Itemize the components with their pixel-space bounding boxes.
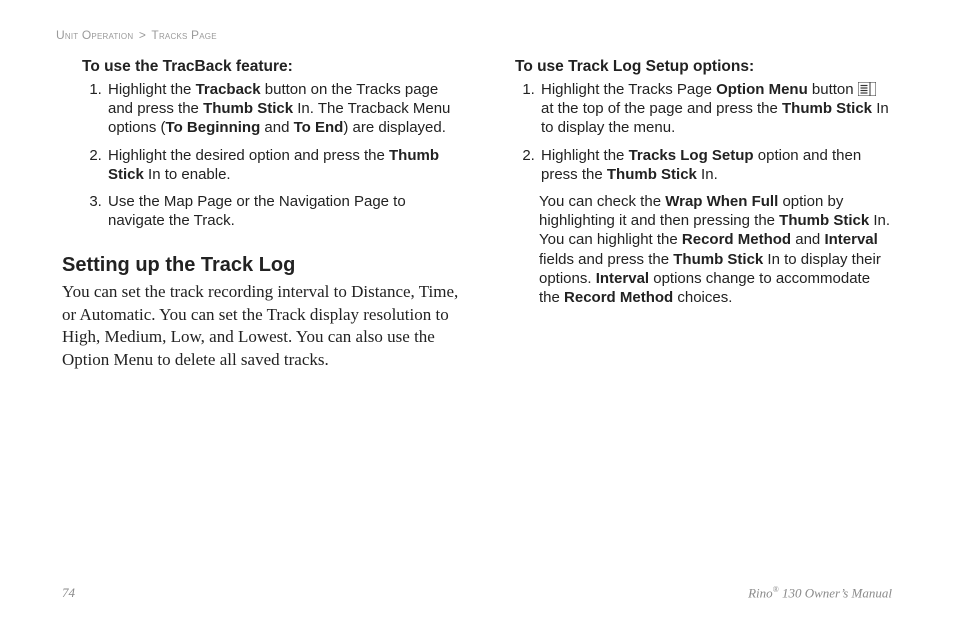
text: at the top of the page and press the — [541, 100, 782, 117]
page-number: 74 — [62, 585, 75, 601]
left-step-2: Highlight the desired option and press t… — [106, 146, 459, 184]
text: and — [260, 119, 293, 136]
text: Highlight the — [541, 147, 629, 164]
left-step-1: Highlight the Tracback button on the Tra… — [106, 80, 459, 138]
term-wrap-when-full: Wrap When Full — [665, 193, 778, 210]
content-columns: To use the TracBack feature: Highlight t… — [62, 52, 892, 577]
term-interval: Interval — [824, 231, 877, 248]
left-subhead: To use the TracBack feature: — [82, 58, 459, 76]
product-title: Rino® 130 Owner’s Manual — [748, 585, 892, 601]
text: In. — [697, 166, 718, 183]
term-record-method: Record Method — [682, 231, 791, 248]
term-tracback: Tracback — [196, 81, 261, 98]
text: Use the Map Page or the Navigation Page … — [108, 193, 406, 229]
option-menu-icon — [858, 82, 876, 96]
text: Highlight the Tracks Page — [541, 81, 716, 98]
left-steps: Highlight the Tracback button on the Tra… — [82, 80, 459, 230]
section-body-track-log: You can set the track recording interval… — [62, 281, 459, 371]
term-to-end: To End — [294, 119, 344, 136]
term-record-method: Record Method — [564, 289, 673, 306]
term-interval: Interval — [596, 270, 649, 287]
term-to-beginning: To Beginning — [166, 119, 261, 136]
term-tracks-log-setup: Tracks Log Setup — [629, 147, 754, 164]
text: choices. — [673, 289, 732, 306]
text: Highlight the desired option and press t… — [108, 147, 389, 164]
term-option-menu: Option Menu — [716, 81, 808, 98]
right-step-1: Highlight the Tracks Page Option Menu bu… — [539, 80, 892, 138]
text: button — [808, 81, 858, 98]
breadcrumb-section-b: Tracks Page — [151, 28, 216, 42]
page-footer: 74 Rino® 130 Owner’s Manual — [62, 577, 892, 601]
term-thumb-stick: Thumb Stick — [673, 251, 763, 268]
right-column: To use Track Log Setup options: Highligh… — [495, 52, 892, 577]
breadcrumb: Unit Operation > Tracks Page — [56, 28, 892, 42]
term-thumb-stick: Thumb Stick — [607, 166, 697, 183]
page-root: Unit Operation > Tracks Page To use the … — [0, 0, 954, 621]
text: In to enable. — [144, 166, 231, 183]
term-thumb-stick: Thumb Stick — [203, 100, 293, 117]
product-suffix: 130 Owner’s Manual — [779, 585, 892, 600]
breadcrumb-separator: > — [139, 28, 146, 42]
product-name: Rino — [748, 585, 773, 600]
text: ) are displayed. — [343, 119, 446, 136]
term-thumb-stick: Thumb Stick — [779, 212, 869, 229]
left-column: To use the TracBack feature: Highlight t… — [62, 52, 459, 577]
text: and — [791, 231, 824, 248]
text: You can check the — [539, 193, 665, 210]
breadcrumb-section-a: Unit Operation — [56, 28, 133, 42]
section-heading-track-log: Setting up the Track Log — [62, 254, 459, 277]
right-step-2: Highlight the Tracks Log Setup option an… — [539, 146, 892, 184]
left-step-3: Use the Map Page or the Navigation Page … — [106, 192, 459, 230]
right-steps: Highlight the Tracks Page Option Menu bu… — [515, 80, 892, 184]
text: fields and press the — [539, 251, 673, 268]
text: Highlight the — [108, 81, 196, 98]
term-thumb-stick: Thumb Stick — [782, 100, 872, 117]
right-subhead: To use Track Log Setup options: — [515, 58, 892, 76]
right-after-paragraph: You can check the Wrap When Full option … — [539, 192, 892, 307]
